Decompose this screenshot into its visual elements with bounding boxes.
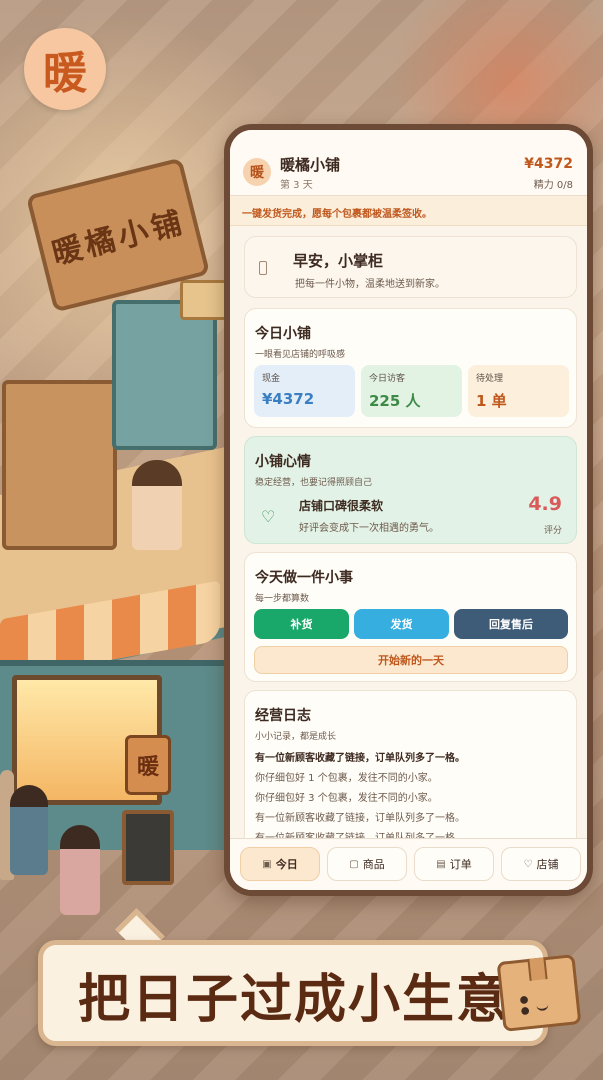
log-entry: 有一位新顾客收藏了链接，订单队列多了一格。 bbox=[255, 813, 465, 824]
card-subtitle: 每一步都算数 bbox=[255, 594, 310, 604]
tab-label: 订单 bbox=[449, 858, 472, 871]
day-counter: 第 3 天 bbox=[280, 180, 313, 191]
reputation-text: 好评会变成下一次相遇的勇气。 bbox=[299, 523, 439, 534]
log-entry: 你仔细包好 1 个包裹，发往不同的小家。 bbox=[255, 773, 438, 784]
phone-icon bbox=[259, 261, 267, 275]
card-subtitle: 小小记录，都是成长 bbox=[255, 732, 337, 742]
stat-value: 225 人 bbox=[369, 392, 421, 410]
app-title: 暖橘小铺 bbox=[280, 156, 341, 174]
greeting-text: 把每一件小物，温柔地送到新家。 bbox=[295, 279, 445, 290]
notice-bar: 一键发货完成，愿每个包裹都被温柔签收。 bbox=[230, 196, 587, 226]
shopkeeper-figure bbox=[132, 460, 182, 550]
heart-icon: ♡ bbox=[523, 858, 533, 870]
store-icon: ▣ bbox=[262, 858, 272, 870]
brand-logo: 暖 bbox=[24, 28, 106, 110]
task-card: 今天做一件小事 每一步都算数 补货 发货 回复售后 开始新的一天 bbox=[244, 552, 577, 682]
stat-pending[interactable]: 待处理 1 单 bbox=[468, 365, 569, 417]
shop-shelf-left bbox=[2, 380, 117, 550]
app-screen: 暖 暖橘小铺 第 3 天 ¥4372 精力 0/8 一键发货完成，愿每个包裹都被… bbox=[230, 130, 587, 890]
money-display: ¥4372 bbox=[524, 156, 573, 172]
hanging-sign: 暖 bbox=[125, 735, 171, 795]
mood-card: 小铺心情 稳定经营，也要记得照顾自己 ♡ 店铺口碑很柔软 好评会变成下一次相遇的… bbox=[244, 436, 577, 544]
receipt-icon: ▤ bbox=[436, 858, 446, 870]
start-new-day-button[interactable]: 开始新的一天 bbox=[254, 646, 568, 674]
stat-visitors: 今日访客 225 人 bbox=[361, 365, 462, 417]
card-title: 今日小铺 bbox=[255, 326, 311, 342]
shop-avatar[interactable]: 暖 bbox=[243, 158, 271, 186]
card-subtitle: 一眼看见店铺的呼吸感 bbox=[255, 350, 346, 360]
stat-value: 1 单 bbox=[476, 392, 507, 410]
box-icon: ▢ bbox=[349, 858, 359, 870]
ship-button[interactable]: 发货 bbox=[354, 609, 449, 639]
tab-orders[interactable]: ▤ 订单 bbox=[414, 847, 494, 881]
restock-button[interactable]: 补货 bbox=[254, 609, 349, 639]
stat-value: ¥4372 bbox=[262, 390, 315, 408]
card-title: 经营日志 bbox=[255, 708, 311, 724]
box-mascot-icon: ● ● bbox=[496, 954, 582, 1032]
heart-icon: ♡ bbox=[261, 507, 276, 526]
stat-label: 待处理 bbox=[476, 374, 504, 384]
tab-label: 今日 bbox=[275, 858, 298, 871]
slogan-text: 把日子过成小生意 bbox=[78, 970, 511, 1030]
card-title: 今天做一件小事 bbox=[255, 570, 353, 586]
stat-label: 今日访客 bbox=[369, 374, 406, 384]
log-entry: 你仔细包好 3 个包裹，发往不同的小家。 bbox=[255, 793, 438, 804]
stat-cash: 现金 ¥4372 bbox=[254, 365, 355, 417]
greeting-title: 早安，小掌柜 bbox=[293, 252, 384, 270]
reply-aftersales-button[interactable]: 回复售后 bbox=[454, 609, 568, 639]
today-card: 今日小铺 一眼看见店铺的呼吸感 现金 ¥4372 今日访客 225 人 待处理 … bbox=[244, 308, 577, 428]
stat-label: 现金 bbox=[262, 374, 281, 384]
log-entry: 有一位新顾客收藏了链接，订单队列多了一格。 bbox=[255, 753, 465, 764]
customer-figure bbox=[10, 785, 48, 875]
phone-frame: 暖 暖橘小铺 第 3 天 ¥4372 精力 0/8 一键发货完成，愿每个包裹都被… bbox=[224, 124, 593, 896]
bottom-tab-bar: ▣ 今日 ▢ 商品 ▤ 订单 ♡ 店铺 bbox=[230, 838, 587, 890]
energy-display: 精力 0/8 bbox=[533, 180, 573, 191]
card-subtitle: 稳定经营，也要记得照顾自己 bbox=[255, 478, 373, 488]
reputation-title: 店铺口碑很柔软 bbox=[299, 499, 384, 513]
content-scroll[interactable]: 早安，小掌柜 把每一件小物，温柔地送到新家。 今日小铺 一眼看见店铺的呼吸感 现… bbox=[230, 226, 587, 846]
log-card: 经营日志 小小记录，都是成长 有一位新顾客收藏了链接，订单队列多了一格。 你仔细… bbox=[244, 690, 577, 846]
greeting-card: 早安，小掌柜 把每一件小物，温柔地送到新家。 bbox=[244, 236, 577, 298]
tab-label: 店铺 bbox=[536, 858, 559, 871]
customer-figure bbox=[60, 825, 100, 915]
app-header: 暖 暖橘小铺 第 3 天 ¥4372 精力 0/8 bbox=[230, 130, 587, 196]
tab-today[interactable]: ▣ 今日 bbox=[240, 847, 320, 881]
rating-score: 4.9 bbox=[528, 493, 562, 515]
tab-shop[interactable]: ♡ 店铺 bbox=[501, 847, 581, 881]
shop-crate bbox=[180, 280, 228, 320]
tab-label: 商品 bbox=[362, 858, 385, 871]
chalkboard bbox=[122, 810, 174, 885]
tab-goods[interactable]: ▢ 商品 bbox=[327, 847, 407, 881]
shop-shelf-back bbox=[112, 300, 217, 450]
rating-label: 评分 bbox=[543, 526, 562, 536]
card-title: 小铺心情 bbox=[255, 454, 311, 470]
